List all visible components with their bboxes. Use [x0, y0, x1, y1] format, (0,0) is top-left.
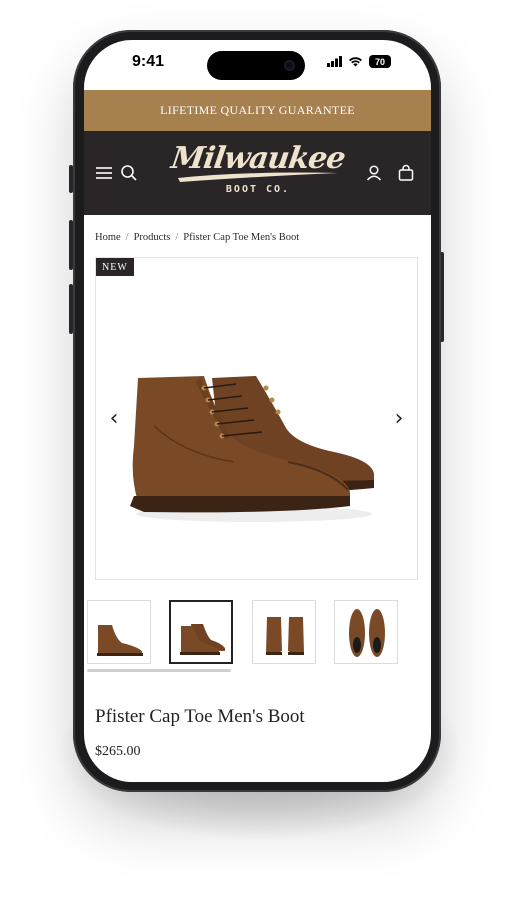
site-header: Milwaukee BOOT CO.	[84, 131, 431, 215]
thumbnail-strip	[87, 600, 431, 666]
thumbnail-boot-front	[266, 617, 304, 655]
new-badge: NEW	[96, 258, 134, 276]
phone-screen: 9:41 70 LIFETIME QUALITY GUARANTEE Milwa…	[84, 40, 431, 782]
thumbnail-scrollbar[interactable]	[87, 669, 231, 672]
breadcrumb-products[interactable]: Products	[134, 232, 171, 243]
breadcrumb-home[interactable]: Home	[95, 232, 121, 243]
cart-icon[interactable]	[396, 163, 416, 183]
breadcrumb-current: Pfister Cap Toe Men's Boot	[183, 232, 300, 243]
breadcrumb: Home / Products / Pfister Cap Toe Men's …	[95, 232, 299, 243]
wifi-icon	[349, 57, 362, 67]
thumbnail-boot-top	[349, 609, 385, 657]
account-icon[interactable]	[364, 163, 384, 183]
product-price: $265.00	[95, 744, 141, 759]
thumbnail-2[interactable]	[169, 600, 233, 664]
menu-icon[interactable]	[94, 163, 114, 183]
logo-subtitle: BOOT CO.	[225, 184, 291, 195]
front-camera	[284, 60, 295, 71]
promo-banner[interactable]: LIFETIME QUALITY GUARANTEE	[84, 90, 431, 131]
product-image-boots	[130, 376, 374, 522]
breadcrumb-separator: /	[175, 232, 179, 243]
prev-image-button[interactable]: ‹	[104, 406, 124, 431]
battery-icon: 70	[369, 55, 391, 68]
thumbnail-4[interactable]	[334, 600, 398, 664]
thumbnail-1[interactable]	[87, 600, 151, 664]
status-bar: 9:41 70	[84, 40, 431, 90]
thumbnail-boot-pair-angle	[180, 624, 225, 655]
thumbnail-boot-side	[97, 625, 143, 656]
brand-logo[interactable]: Milwaukee BOOT CO.	[169, 141, 347, 207]
status-icons: 70	[327, 55, 391, 68]
search-icon[interactable]	[119, 163, 139, 183]
signal-icon	[327, 56, 342, 67]
status-time: 9:41	[132, 53, 165, 70]
next-image-button[interactable]: ›	[389, 406, 409, 431]
product-title: Pfister Cap Toe Men's Boot	[95, 706, 305, 727]
product-gallery[interactable]: NEW ‹ ›	[95, 257, 418, 580]
breadcrumb-separator: /	[125, 232, 129, 243]
thumbnail-3[interactable]	[252, 600, 316, 664]
logo-swoosh	[178, 172, 338, 182]
